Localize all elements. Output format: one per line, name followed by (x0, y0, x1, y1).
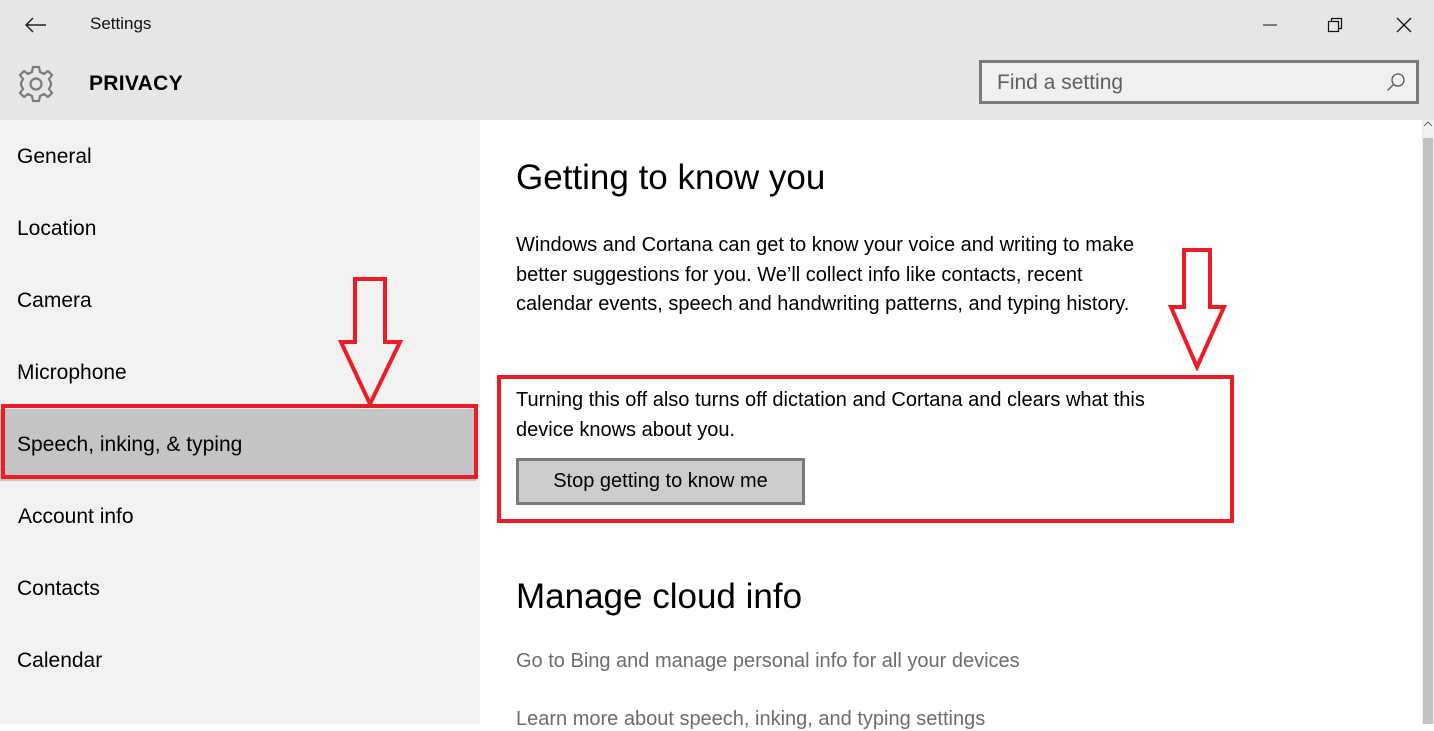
sidebar-item-camera[interactable]: Camera (0, 265, 476, 337)
sidebar-item-calendar[interactable]: Calendar (0, 625, 476, 697)
page-header: PRIVACY (0, 50, 1434, 120)
sidebar-item-account-info[interactable]: Account info (0, 481, 476, 553)
section-heading-manage-cloud-info: Manage cloud info (516, 577, 803, 616)
section-description: Windows and Cortana can get to know your… (516, 234, 1135, 315)
title-bar: Settings (0, 0, 1434, 50)
sidebar-item-microphone[interactable]: Microphone (0, 337, 476, 409)
warning-text: Turning this off also turns off dictatio… (516, 389, 1145, 441)
restore-button[interactable] (1317, 8, 1353, 42)
back-button[interactable] (20, 10, 52, 40)
sidebar-item-location[interactable]: Location (0, 193, 476, 265)
bing-personal-info-link[interactable]: Go to Bing and manage personal info for … (516, 650, 1020, 673)
close-icon (1396, 17, 1412, 33)
sidebar-item-general[interactable]: General (0, 121, 476, 193)
chevron-up-icon (1423, 121, 1433, 127)
minimize-button[interactable] (1252, 8, 1288, 42)
content-pane: Getting to know you Windows and Cortana … (480, 120, 1422, 730)
close-button[interactable] (1386, 8, 1422, 42)
scroll-up-button[interactable] (1422, 120, 1434, 138)
sidebar-item-speech-inking-typing[interactable]: Speech, inking, & typing (0, 409, 476, 481)
restore-icon (1327, 17, 1343, 33)
search-input[interactable] (982, 63, 1389, 103)
search-icon[interactable] (1386, 72, 1406, 92)
sidebar-nav: General Location Camera Microphone Speec… (0, 120, 480, 724)
minimize-icon (1263, 24, 1277, 26)
app-title: Settings (90, 14, 152, 33)
vertical-scrollbar[interactable] (1422, 120, 1434, 724)
page-title: PRIVACY (89, 72, 183, 95)
section-heading-getting-to-know-you: Getting to know you (516, 158, 826, 197)
sidebar-item-contacts[interactable]: Contacts (0, 553, 476, 625)
scrollbar-thumb[interactable] (1423, 138, 1433, 724)
search-box[interactable] (979, 60, 1419, 104)
learn-more-link[interactable]: Learn more about speech, inking, and typ… (516, 708, 985, 731)
back-arrow-icon (25, 17, 46, 33)
gear-icon (18, 65, 54, 103)
stop-getting-to-know-me-button[interactable]: Stop getting to know me (516, 458, 805, 505)
